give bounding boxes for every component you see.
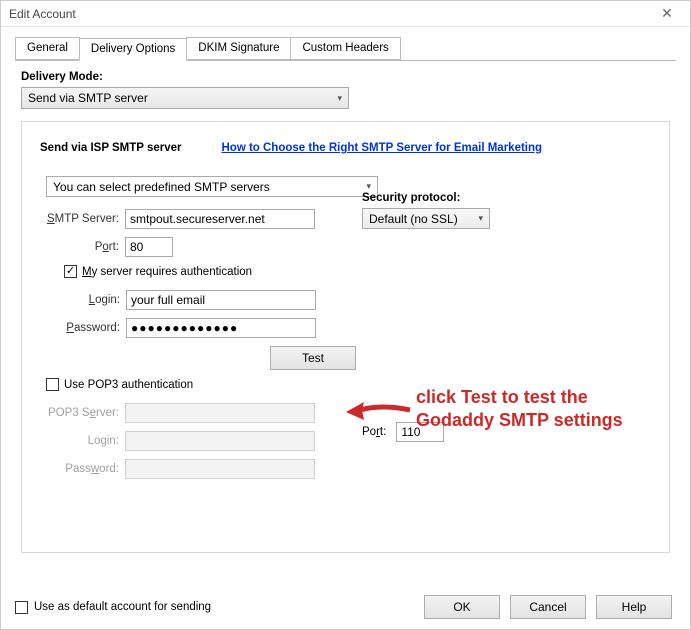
- titlebar: Edit Account ✕: [1, 1, 690, 27]
- pop3-password-input: [125, 459, 315, 479]
- group-title: Send via ISP SMTP server: [40, 142, 181, 154]
- help-button[interactable]: Help: [596, 595, 672, 619]
- smtp-server-label: SMTP Server:: [40, 213, 125, 225]
- chevron-down-icon: ▾: [337, 93, 342, 104]
- smtp-group: Send via ISP SMTP server How to Choose t…: [21, 121, 670, 553]
- auth-required-label: My server requires authentication: [82, 266, 252, 278]
- delivery-mode-label: Delivery Mode:: [21, 71, 670, 83]
- pop3-port-input[interactable]: [396, 422, 444, 442]
- security-protocol-select[interactable]: Default (no SSL) ▾: [362, 208, 490, 229]
- predefined-smtp-select[interactable]: You can select predefined SMTP servers ▾: [46, 176, 378, 197]
- pop3-auth-label: Use POP3 authentication: [64, 379, 193, 391]
- predefined-smtp-value: You can select predefined SMTP servers: [53, 180, 270, 194]
- smtp-port-label: Port:: [40, 241, 125, 253]
- cancel-button[interactable]: Cancel: [510, 595, 586, 619]
- auth-required-checkbox[interactable]: ✓: [64, 265, 77, 278]
- footer: Use as default account for sending OK Ca…: [1, 585, 690, 629]
- security-protocol-label: Security protocol:: [362, 192, 490, 204]
- pop3-port-label: Port:: [362, 426, 386, 438]
- default-account-label: Use as default account for sending: [34, 601, 211, 613]
- password-label: Password:: [64, 322, 126, 334]
- login-input[interactable]: [126, 290, 316, 310]
- login-label: Login:: [64, 294, 126, 306]
- tab-delivery-options[interactable]: Delivery Options: [79, 38, 187, 61]
- chevron-down-icon: ▾: [366, 181, 371, 192]
- password-input[interactable]: [126, 318, 316, 338]
- pop3-login-label: Login:: [40, 435, 125, 447]
- tabs: General Delivery Options DKIM Signature …: [15, 37, 690, 60]
- tab-panel: Delivery Mode: Send via SMTP server ▾ Se…: [15, 60, 676, 559]
- tab-custom-headers[interactable]: Custom Headers: [290, 37, 400, 60]
- delivery-mode-select[interactable]: Send via SMTP server ▾: [21, 87, 349, 109]
- close-icon[interactable]: ✕: [650, 3, 684, 25]
- smtp-server-input[interactable]: [125, 209, 315, 229]
- chevron-down-icon: ▾: [478, 213, 483, 224]
- delivery-mode-value: Send via SMTP server: [28, 91, 148, 105]
- pop3-server-label: POP3 Server:: [40, 407, 125, 419]
- pop3-server-input: [125, 403, 315, 423]
- help-link[interactable]: How to Choose the Right SMTP Server for …: [221, 142, 542, 154]
- ok-button[interactable]: OK: [424, 595, 500, 619]
- pop3-auth-checkbox[interactable]: [46, 378, 59, 391]
- pop3-login-input: [125, 431, 315, 451]
- test-button[interactable]: Test: [270, 346, 356, 370]
- security-protocol-value: Default (no SSL): [369, 212, 458, 226]
- default-account-checkbox[interactable]: [15, 601, 28, 614]
- pop3-password-label: Password:: [40, 463, 125, 475]
- smtp-port-input[interactable]: [125, 237, 173, 257]
- tab-dkim-signature[interactable]: DKIM Signature: [186, 37, 291, 60]
- tab-general[interactable]: General: [15, 37, 80, 60]
- window-title: Edit Account: [9, 7, 76, 21]
